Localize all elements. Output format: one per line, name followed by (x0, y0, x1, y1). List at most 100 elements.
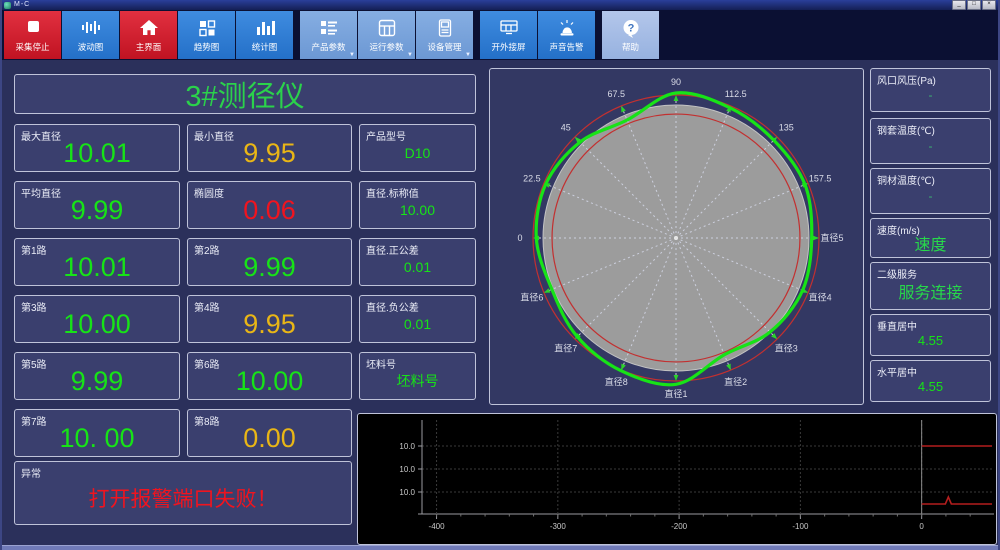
metric-value: 9.99 (70, 194, 124, 225)
main-screen-button[interactable]: 主界面 (120, 11, 177, 59)
metric-tile-max-diameter: 最大直径 10.01 (14, 124, 180, 172)
wave-icon (79, 17, 103, 39)
status-tile-speed: 速度(m/s) 速度 (870, 218, 991, 258)
metric-value: 9.99 (243, 251, 296, 282)
polar-spoke-label: 67.5 (608, 89, 626, 99)
trend-y-label: 10.0 (399, 488, 415, 497)
stop-capture-button[interactable]: 采集停止 (4, 11, 61, 59)
toolbar-button-label: 波动图 (77, 42, 104, 52)
metric-value: 9.95 (243, 137, 296, 168)
status-value: - (928, 88, 933, 102)
help-icon: ? (619, 17, 643, 39)
polar-spoke-label: 直径3 (775, 342, 798, 353)
toolbar-button-label: 开外接屏 (491, 42, 526, 52)
metric-value: 0.00 (243, 422, 296, 453)
metric-value: 坯料号 (396, 373, 439, 389)
external-screen-button[interactable]: 开外接屏 (480, 11, 537, 59)
metric-tile-channel-5: 第5路 9.99 (14, 352, 180, 400)
exception-message: 打开报警端口失败！ (88, 488, 278, 511)
polar-profile-panel: 直径5 157.5 135 112.5 90 67.5 45 22.5 0 直径6 直径7 直径8 直径… (489, 68, 864, 405)
status-value: - (928, 139, 933, 153)
window-title: M-C (14, 1, 31, 8)
metric-value: 0.01 (403, 316, 432, 332)
minimize-button[interactable]: _ (952, 0, 966, 10)
gauge-title-panel: 3#测径仪 (14, 74, 476, 114)
list-icon (317, 17, 341, 39)
stats-chart-button[interactable]: 统计图 (236, 11, 293, 59)
metric-value: D10 (404, 145, 431, 161)
polar-spoke-label: 90 (671, 77, 681, 87)
metric-value: 0.06 (243, 194, 296, 225)
close-button[interactable]: × (982, 0, 996, 10)
metric-value: 10. 00 (59, 422, 135, 453)
gauge-title: 3#测径仪 (185, 81, 305, 113)
wave-chart-button[interactable]: 波动图 (62, 11, 119, 59)
status-value: 4.55 (917, 378, 944, 394)
metric-tile-channel-8: 第8路 0.00 (187, 409, 352, 457)
app-window: M-C _ □ × 采集停止波动图 主界面 趋势图 统计图 产品参数 ▼ 运行参数 ▼ 设备管理… (0, 0, 1000, 550)
metric-tile-channel-2: 第2路 9.99 (187, 238, 352, 286)
polar-spoke-label: 135 (779, 123, 794, 133)
run-params-button[interactable]: 运行参数 ▼ (358, 11, 415, 59)
exception-panel: 异常 打开报警端口失败！ (14, 461, 352, 525)
toolbar-button-label: 声音告警 (549, 42, 584, 52)
bars-icon (253, 17, 277, 39)
polar-profile-chart: 直径5 157.5 135 112.5 90 67.5 45 22.5 0 直径6 直径7 直径8 直径… (518, 77, 844, 399)
trend-y-label: 10.0 (399, 465, 415, 474)
trend-chart-button[interactable]: 趋势图 (178, 11, 235, 59)
polar-spoke-label: 直径7 (554, 342, 577, 353)
chevron-down-icon[interactable]: ▼ (349, 52, 355, 58)
metric-value: 10.00 (399, 202, 436, 218)
metric-tile-avg-diameter: 平均直径 9.99 (14, 181, 180, 229)
metric-tile-channel-4: 第4路 9.95 (187, 295, 352, 343)
monitor-icon (497, 17, 521, 39)
metric-tile-channel-7: 第7路 10. 00 (14, 409, 180, 457)
metric-tile-min-diameter: 最小直径 9.95 (187, 124, 352, 172)
trend-x-label: 0 (919, 522, 924, 531)
device-icon (433, 17, 457, 39)
polar-spoke-label: 直径8 (605, 376, 628, 387)
status-tile-level2-service: 二级服务 服务连接 (870, 262, 991, 310)
tiles-icon (195, 17, 219, 39)
metric-value: 9.99 (70, 365, 124, 396)
trend-x-label: -100 (792, 522, 809, 531)
siren-icon (555, 17, 579, 39)
trend-x-label: -300 (550, 522, 567, 531)
status-tile-tuyere-pressure: 风口风压(Pa) - (870, 68, 991, 112)
status-tile-steel-sleeve-temp: 钢套温度(℃) - (870, 118, 991, 164)
device-manage-button[interactable]: 设备管理 ▼ (416, 11, 473, 59)
metric-value: 10.01 (63, 251, 131, 282)
form-icon (375, 17, 399, 39)
chevron-down-icon[interactable]: ▼ (465, 52, 471, 58)
svg-text:?: ? (627, 23, 634, 35)
metric-value: 10.00 (235, 365, 304, 396)
help-button[interactable]: ? 帮助 (602, 11, 659, 59)
polar-spoke-label: 22.5 (523, 173, 541, 183)
toolbar-button-label: 主界面 (135, 42, 162, 52)
metric-tile-billet-no: 坯料号 坯料号 (359, 352, 476, 400)
status-value: 4.55 (917, 332, 944, 348)
polar-spoke-label: 直径5 (820, 232, 843, 243)
window-bottom-border (2, 545, 998, 550)
trend-chart: 10.0 10.0 10.0 -400 -300 -200 -100 0 (399, 420, 994, 531)
metric-value: 10.00 (63, 308, 131, 339)
metric-tile-ovality: 椭圆度 0.06 (187, 181, 352, 229)
status-value: 速度 (914, 237, 947, 254)
metric-tile-plus-tolerance: 直径.正公差 0.01 (359, 238, 476, 286)
metric-value: 0.01 (403, 259, 432, 275)
metric-tile-channel-1: 第1路 10.01 (14, 238, 180, 286)
toolbar: 采集停止波动图 主界面 趋势图 统计图 产品参数 ▼ 运行参数 ▼ 设备管理 ▼ 开外接屏 声音告警?… (2, 10, 998, 60)
app-icon (4, 1, 11, 9)
maximize-button[interactable]: □ (967, 0, 981, 10)
metric-value: 9.95 (243, 308, 296, 339)
sound-alarm-button[interactable]: 声音告警 (538, 11, 595, 59)
chevron-down-icon[interactable]: ▼ (407, 52, 413, 58)
metric-tile-channel-3: 第3路 10.00 (14, 295, 180, 343)
status-value: 服务连接 (898, 285, 963, 302)
toolbar-button-label: 帮助 (621, 42, 639, 52)
product-params-button[interactable]: 产品参数 ▼ (300, 11, 357, 59)
trend-x-label: -200 (671, 522, 688, 531)
toolbar-button-label: 统计图 (251, 42, 278, 52)
status-tile-vertical-centering: 垂直居中 4.55 (870, 314, 991, 356)
toolbar-button-label: 趋势图 (193, 42, 220, 52)
